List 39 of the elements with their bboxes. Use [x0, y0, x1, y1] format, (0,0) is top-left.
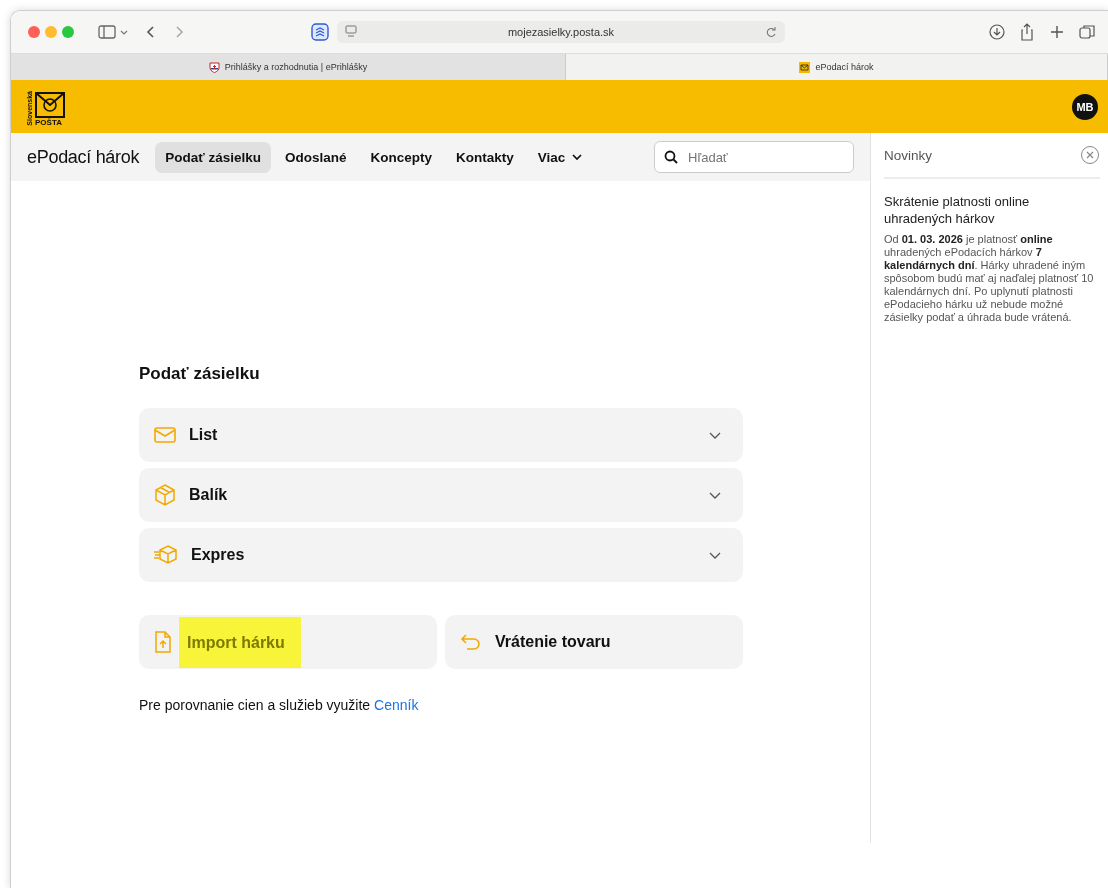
pricing-link[interactable]: Cenník: [374, 697, 419, 713]
address-text: mojezasielky.posta.sk: [507, 26, 615, 38]
logo-text: POŠTA: [35, 117, 62, 127]
reload-icon[interactable]: [765, 25, 777, 39]
sidebar-icon[interactable]: [97, 24, 117, 40]
fast-box-icon: [153, 543, 179, 567]
file-upload-icon: [153, 630, 173, 654]
pricing-note: Pre porovnanie cien a služieb využite Cenník: [139, 697, 420, 713]
news-panel-title: Novinky: [884, 147, 932, 163]
post-horn-logo-icon[interactable]: [35, 91, 65, 118]
nav-tab[interactable]: Viac: [527, 141, 594, 173]
extension-icon[interactable]: [311, 23, 329, 41]
envelope-icon: [153, 425, 177, 445]
search-field[interactable]: Hľadať: [654, 141, 854, 173]
browser-tab[interactable]: ePodací hárok: [566, 54, 1108, 80]
chevron-down-icon: [571, 151, 584, 163]
news-text: Od 01. 03. 2026 je platnosť online uhradených ePodacích hárkov 7 kalendárnych dní. Hárky uhradené iným spôsobom budú mať aj naďalej platnosť 10 kalendárnych dní. Po uplynutí platnosti ePodacieho hárku už nebude možné zásielky podať a úhrada bude vrátená.: [884, 233, 1095, 324]
section-heading: Podať zásielku: [139, 364, 261, 384]
page-icon: [345, 25, 357, 39]
action-button[interactable]: Import hárku: [139, 615, 437, 669]
flag-icon: [208, 61, 220, 73]
nav-tab[interactable]: Koncepty: [360, 141, 442, 173]
accordion-item[interactable]: List: [139, 408, 743, 462]
nav-tab[interactable]: Odoslané: [274, 141, 357, 173]
box-icon: [153, 483, 177, 507]
action-button[interactable]: Vrátenie tovaru: [445, 615, 743, 669]
nav-tab[interactable]: Kontakty: [446, 141, 524, 173]
app-title: ePodací hárok: [27, 146, 140, 168]
close-window-button[interactable]: [28, 26, 40, 38]
nav-tab[interactable]: Podať zásielku: [155, 141, 271, 173]
user-avatar[interactable]: MB: [1072, 93, 1098, 120]
news-heading: Skrátenie platnosti online uhradených hárkov: [884, 193, 1031, 227]
accordion-item[interactable]: Balík: [139, 468, 743, 522]
accordion-item[interactable]: Expres: [139, 528, 743, 582]
post-logo-icon: [799, 61, 811, 73]
address-bar[interactable]: mojezasielky.posta.sk: [337, 21, 785, 43]
return-arrow-icon: [459, 632, 483, 652]
browser-tab[interactable]: Prihlášky a rozhodnutia | ePrihlášky: [11, 54, 566, 80]
close-icon[interactable]: [1080, 145, 1100, 165]
